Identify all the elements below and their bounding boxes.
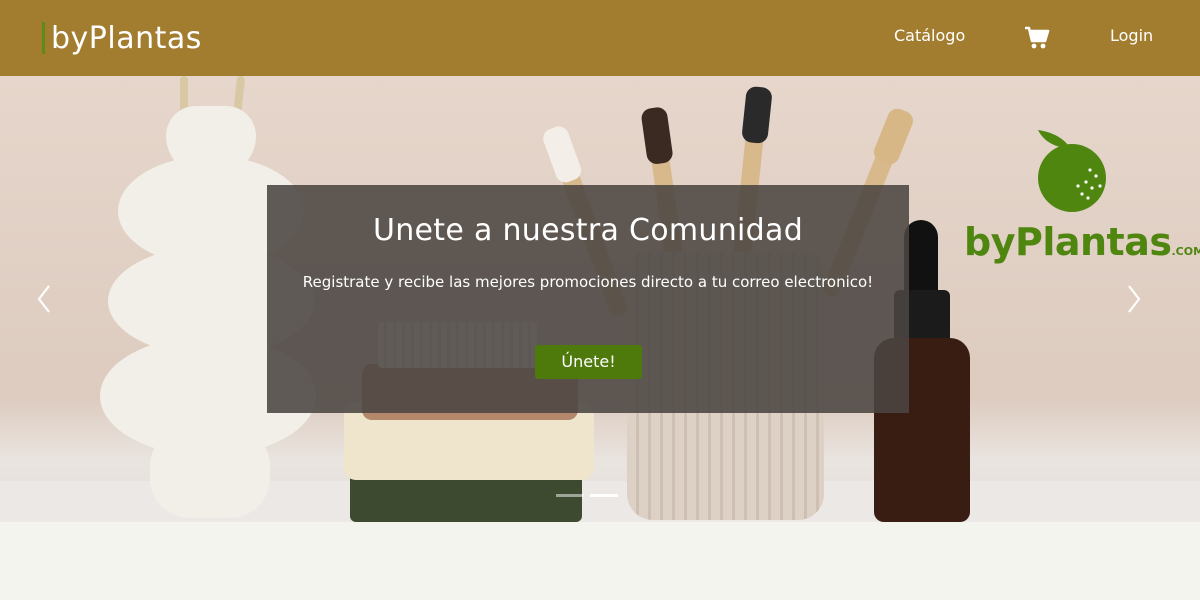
navbar: byPlantas Catálogo Login [0, 0, 1200, 76]
hero-brand-logo: byPlantas.COM [964, 220, 1200, 264]
carousel-indicator[interactable] [590, 494, 618, 497]
toothbrush-head [640, 106, 674, 166]
nav-link-login[interactable]: Login [1110, 26, 1153, 45]
shopping-cart-icon[interactable] [1024, 26, 1050, 50]
carousel-prev-arrow-icon[interactable] [30, 282, 60, 316]
brand-logo[interactable]: byPlantas [42, 18, 202, 58]
caption-subtitle: Registrate y recibe las mejores promocio… [302, 273, 874, 291]
toothbrush-head [870, 105, 916, 168]
join-button[interactable]: Únete! [535, 345, 642, 379]
brand-name: byPlantas [51, 20, 202, 56]
carousel-caption: Unete a nuestra Comunidad Registrate y r… [267, 185, 909, 413]
dropper-bulb [904, 220, 938, 294]
apple-icon [1030, 126, 1114, 212]
hero-brand-name: byPlantas [964, 220, 1172, 264]
carousel-indicator[interactable] [556, 494, 584, 497]
hero-brand-suffix: .COM [1171, 245, 1200, 258]
brand-accent-bar [42, 22, 45, 54]
toothbrush-head [540, 123, 584, 186]
carousel-indicators [556, 494, 618, 497]
toothbrush-head [741, 85, 773, 145]
caption-title: Unete a nuestra Comunidad [372, 213, 804, 248]
carousel-next-arrow-icon[interactable] [1118, 282, 1148, 316]
nav-link-catalog[interactable]: Catálogo [894, 26, 965, 45]
hero-carousel: byPlantas.COM Unete a nuestra Comunidad … [0, 76, 1200, 522]
vase-base [150, 426, 270, 518]
